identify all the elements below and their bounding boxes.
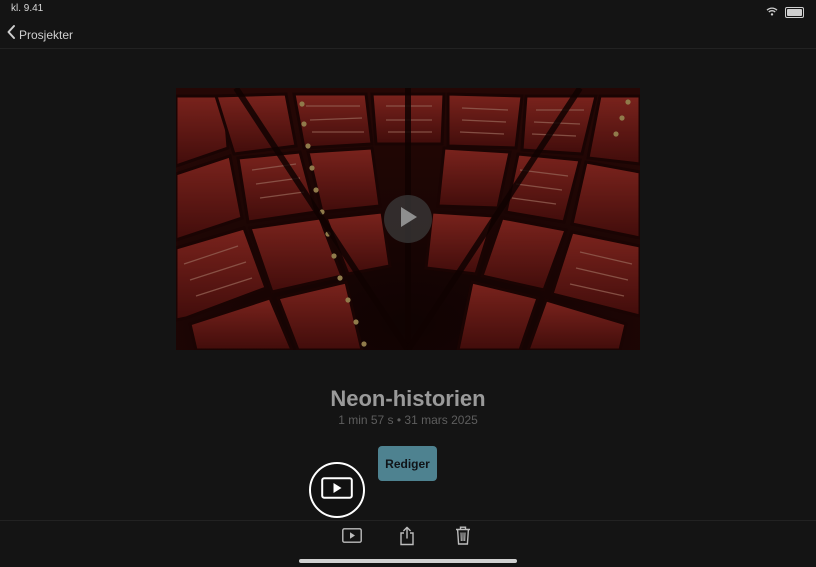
share-icon <box>399 526 415 551</box>
delete-toolbar-button[interactable] <box>450 526 476 550</box>
play-toolbar-button[interactable] <box>339 527 365 549</box>
play-icon <box>321 476 353 504</box>
chevron-left-icon <box>6 24 16 45</box>
project-detail-screen: kl. 9.41 Prosjekter Neon-historien 1 min… <box>0 0 816 567</box>
status-bar: kl. 9.41 <box>0 0 816 18</box>
project-title: Neon-historien <box>330 386 486 411</box>
home-indicator[interactable] <box>299 559 517 563</box>
video-preview[interactable] <box>176 88 640 350</box>
navigation-bar: Prosjekter <box>0 18 816 49</box>
edit-button[interactable]: Rediger <box>378 446 437 481</box>
share-toolbar-button[interactable] <box>394 526 420 551</box>
back-label: Prosjekter <box>19 27 74 42</box>
back-button[interactable]: Prosjekter <box>6 24 73 45</box>
trash-icon <box>455 526 471 550</box>
status-time: kl. 9.41 <box>11 3 44 14</box>
play-icon <box>342 528 362 548</box>
battery-fill <box>787 8 802 16</box>
battery-icon <box>785 6 804 18</box>
video-play-button[interactable] <box>384 195 432 243</box>
play-icon <box>397 205 419 234</box>
highlighted-play-button[interactable] <box>309 462 365 518</box>
project-meta: 1 min 57 s • 31 mars 2025 <box>338 413 478 427</box>
